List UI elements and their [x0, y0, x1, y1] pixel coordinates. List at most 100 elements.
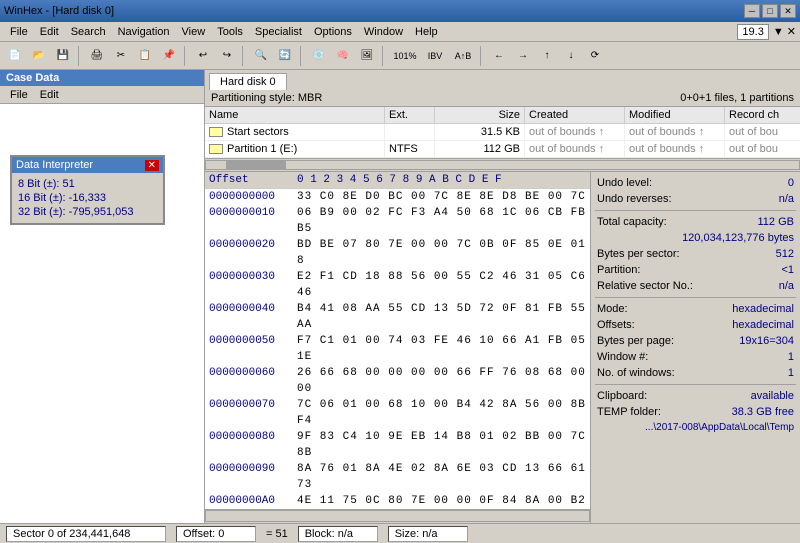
tab-hard-disk-0[interactable]: Hard disk 0 — [209, 73, 287, 90]
101pct-button[interactable]: 101% — [390, 45, 420, 67]
menu-file[interactable]: File — [4, 24, 34, 40]
status-bar: Sector 0 of 234,441,648 Offset: 0 = 51 B… — [0, 523, 800, 543]
menu-edit[interactable]: Edit — [34, 24, 65, 40]
menu-view[interactable]: View — [176, 24, 212, 40]
col-record: Record ch — [725, 107, 800, 123]
nav-down-button[interactable]: ↓ — [560, 45, 582, 67]
arrow-right-button[interactable]: → — [512, 45, 534, 67]
refresh-button[interactable]: ⟳ — [584, 45, 606, 67]
partition-style-bar: Partitioning style: MBR 0+0+1 files, 1 p… — [205, 90, 800, 107]
hex-row-4[interactable]: 0000000040 B4 41 08 AA 55 CD 13 5D 72 0F… — [205, 301, 590, 333]
partition1-icon — [209, 144, 223, 154]
open-button[interactable]: 📂 — [28, 45, 50, 67]
data-interpreter: Data Interpreter ✕ 8 Bit (±): 51 16 Bit … — [10, 155, 165, 225]
hex-hscroll[interactable] — [205, 509, 590, 523]
image-button[interactable]: 🖼 — [356, 45, 378, 67]
save-button[interactable]: 💾 — [52, 45, 74, 67]
start-sectors-created: out of bounds ↑ — [525, 124, 625, 140]
di-close-button[interactable]: ✕ — [145, 160, 159, 171]
toolbar-btn-b[interactable]: A↑B — [450, 45, 476, 67]
status-equals: = 51 — [266, 528, 288, 540]
paste-button[interactable]: 📌 — [158, 45, 180, 67]
partition1-record: out of bou — [725, 141, 800, 157]
start-sectors-modified: out of bounds ↑ — [625, 124, 725, 140]
undo-level-value: 0 — [788, 177, 794, 189]
partition-scroll-area — [205, 158, 800, 172]
menu-help[interactable]: Help — [409, 24, 444, 40]
mode-label: Mode: — [597, 303, 628, 315]
title-bar: WinHex - [Hard disk 0] ─ □ ✕ — [0, 0, 800, 22]
no-of-windows-value: 1 — [788, 367, 794, 379]
start-sectors-size: 31.5 KB — [435, 124, 525, 140]
hex-row-8[interactable]: 0000000080 9F 83 C4 10 9E EB 14 B8 01 02… — [205, 429, 590, 461]
toolbar-sep-3 — [242, 46, 246, 66]
start-sectors-record: out of bou — [725, 124, 800, 140]
relative-sector-value: n/a — [779, 280, 794, 292]
window-num-label: Window #: — [597, 351, 648, 363]
toolbar-sep-2 — [184, 46, 188, 66]
partition-scrollbar-thumb[interactable] — [226, 161, 286, 169]
maximize-button[interactable]: □ — [762, 4, 778, 18]
menu-tools[interactable]: Tools — [211, 24, 249, 40]
case-edit-menu[interactable]: Edit — [34, 87, 65, 103]
menu-navigation[interactable]: Navigation — [112, 24, 176, 40]
memory-button[interactable]: 🧠 — [332, 45, 354, 67]
status-sector: Sector 0 of 234,441,648 — [6, 526, 166, 542]
offsets-value: hexadecimal — [732, 319, 794, 331]
partition-table-header: Name Ext. Size Created Modified Record c… — [205, 107, 800, 124]
print-button[interactable]: 🖨 — [86, 45, 108, 67]
close-button[interactable]: ✕ — [780, 4, 796, 18]
di-32bit: 32 Bit (±): -795,951,053 — [16, 205, 159, 219]
start-sectors-name: Start sectors — [205, 124, 385, 140]
right-main: Hard disk 0 Partitioning style: MBR 0+0+… — [205, 70, 800, 523]
undo-level-label: Undo level: — [597, 177, 652, 189]
hex-row-1[interactable]: 0000000010 06 B9 00 02 FC F3 A4 50 68 1C… — [205, 205, 590, 237]
info-div-2 — [595, 297, 796, 298]
menu-search[interactable]: Search — [65, 24, 112, 40]
hex-row-0[interactable]: 0000000000 33 C0 8E D0 BC 00 7C 8E 8E D8… — [205, 189, 590, 205]
hex-row-6[interactable]: 0000000060 26 66 68 00 00 00 00 66 FF 76… — [205, 365, 590, 397]
menu-window[interactable]: Window — [358, 24, 409, 40]
hex-row-3[interactable]: 0000000030 E2 F1 CD 18 88 56 00 55 C2 46… — [205, 269, 590, 301]
hex-row-a0[interactable]: 00000000A0 4E 11 75 0C 80 7E 00 00 0F 84… — [205, 493, 590, 509]
case-file-menu[interactable]: File — [4, 87, 34, 103]
temp-folder-value: 38.3 GB free — [732, 406, 794, 418]
hex-row-2[interactable]: 0000000020 BD BE 07 80 7E 00 00 7C 0B 0F… — [205, 237, 590, 269]
new-button[interactable]: 📄 — [4, 45, 26, 67]
disk-button[interactable]: 💿 — [308, 45, 330, 67]
hex-row-7[interactable]: 0000000070 7C 06 01 00 68 10 00 B4 42 8A… — [205, 397, 590, 429]
arrow-left-button[interactable]: ← — [488, 45, 510, 67]
hex-row-9[interactable]: 0000000090 8A 76 01 8A 4E 02 8A 6E 03 CD… — [205, 461, 590, 493]
relative-sector-row: Relative sector No.: n/a — [595, 279, 796, 293]
menu-specialist[interactable]: Specialist — [249, 24, 308, 40]
hex-hscroll-bar[interactable] — [205, 510, 590, 522]
menu-options[interactable]: Options — [308, 24, 358, 40]
temp-folder-label: TEMP folder: — [597, 406, 661, 418]
nav-up-button[interactable]: ↑ — [536, 45, 558, 67]
partition-row-start[interactable]: Start sectors 31.5 KB out of bounds ↑ ou… — [205, 124, 800, 141]
total-capacity-value: 112 GB — [758, 216, 795, 228]
redo-button[interactable]: ↪ — [216, 45, 238, 67]
toolbar-btn-a[interactable]: IBV — [422, 45, 448, 67]
partition-rows: Start sectors 31.5 KB out of bounds ↑ ou… — [205, 124, 800, 158]
undo-reverses-row: Undo reverses: n/a — [595, 192, 796, 206]
undo-reverses-value: n/a — [779, 193, 794, 205]
hex-row-5[interactable]: 0000000050 F7 C1 01 00 74 03 FE 46 10 66… — [205, 333, 590, 365]
search-button[interactable]: 🔍 — [250, 45, 272, 67]
copy-button[interactable]: 📋 — [134, 45, 156, 67]
replace-button[interactable]: 🔄 — [274, 45, 296, 67]
col-size: Size — [435, 107, 525, 123]
undo-button[interactable]: ↩ — [192, 45, 214, 67]
start-sectors-icon — [209, 127, 223, 137]
main-layout: Case Data File Edit Data Interpreter ✕ 8… — [0, 70, 800, 523]
partition1-modified: out of bounds ↑ — [625, 141, 725, 157]
partition-scrollbar[interactable] — [205, 160, 800, 170]
cut-button[interactable]: ✂ — [110, 45, 132, 67]
partition-row-1[interactable]: Partition 1 (E:) NTFS 112 GB out of boun… — [205, 141, 800, 158]
col-created: Created — [525, 107, 625, 123]
minimize-button[interactable]: ─ — [744, 4, 760, 18]
partition-value: <1 — [781, 264, 794, 276]
mode-row: Mode: hexadecimal — [595, 302, 796, 316]
total-bytes-row: 120,034,123,776 bytes — [595, 231, 796, 245]
col-modified: Modified — [625, 107, 725, 123]
